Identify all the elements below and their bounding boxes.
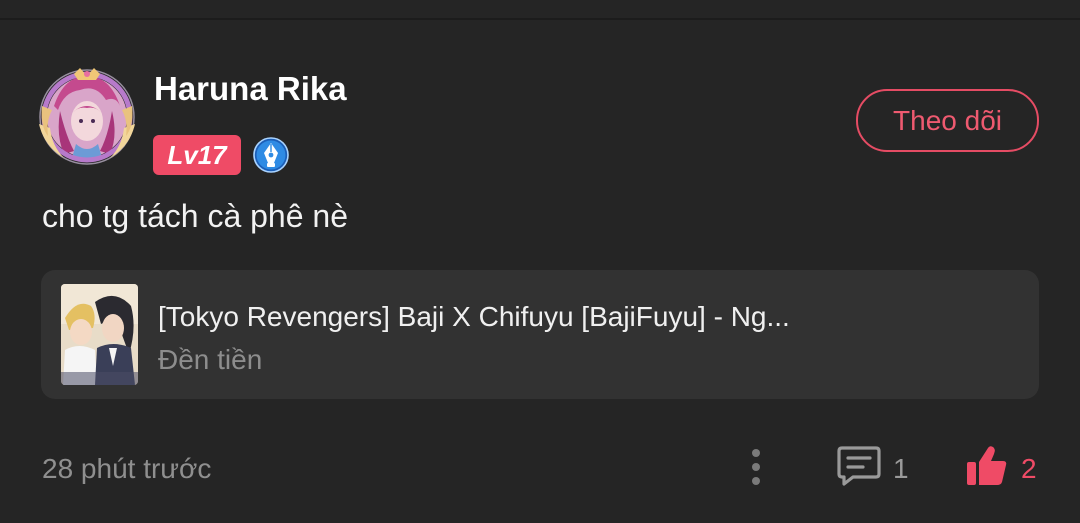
avatar-frame-icon <box>39 68 135 165</box>
comment-count: 1 <box>893 453 909 484</box>
user-avatar[interactable] <box>36 66 138 168</box>
comment-timestamp: 28 phút trước <box>42 453 212 484</box>
story-title[interactable]: [Tokyo Revengers] Baji X Chifuyu [BajiFu… <box>158 301 790 333</box>
like-count: 2 <box>1021 453 1037 484</box>
level-badge: Lv17 <box>153 135 241 175</box>
comment-text: cho tg tách cà phê nè <box>42 198 348 234</box>
comment-icon[interactable] <box>836 445 882 487</box>
pen-nib-icon <box>252 136 290 174</box>
follow-button[interactable]: Theo dõi <box>856 89 1039 152</box>
story-author: Đền tiền <box>158 344 263 375</box>
story-cover-image <box>61 284 138 385</box>
top-divider <box>0 18 1080 20</box>
username[interactable]: Haruna Rika <box>154 70 347 108</box>
more-vertical-icon[interactable] <box>740 446 772 488</box>
thumbs-up-icon[interactable] <box>965 444 1009 488</box>
story-card[interactable]: [Tokyo Revengers] Baji X Chifuyu [BajiFu… <box>41 270 1039 399</box>
